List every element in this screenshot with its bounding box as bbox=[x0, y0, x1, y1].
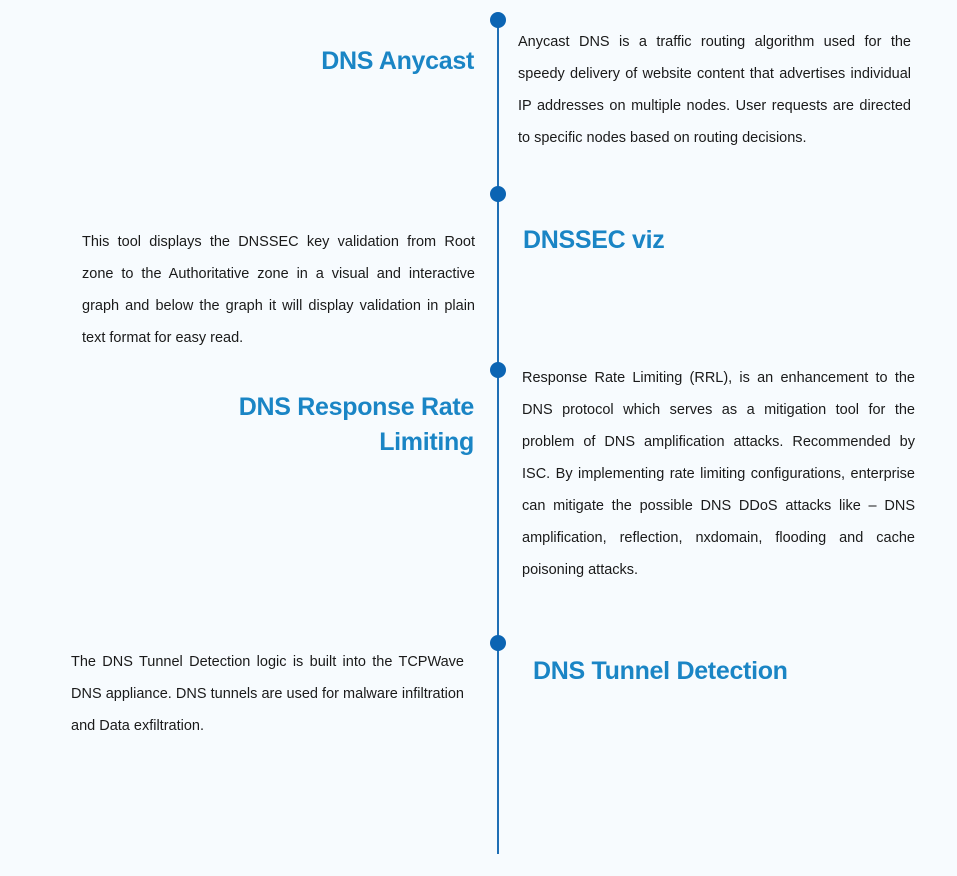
timeline-description-dns-tunnel-detection: The DNS Tunnel Detection logic is built … bbox=[71, 654, 464, 734]
timeline-dot bbox=[490, 635, 506, 651]
timeline-description-dns-anycast: Anycast DNS is a traffic routing algorit… bbox=[518, 34, 911, 146]
timeline-dot bbox=[490, 186, 506, 202]
timeline-description-dns-response-rate-limiting: Response Rate Limiting (RRL), is an enha… bbox=[522, 370, 915, 578]
timeline-title-dns-response-rate-limiting: DNS Response Rate Limiting bbox=[238, 393, 475, 456]
timeline-dot bbox=[490, 362, 506, 378]
timeline-title-dns-anycast: DNS Anycast bbox=[321, 47, 474, 75]
timeline-line bbox=[497, 20, 499, 854]
timeline-title-dnssec-viz: DNSSEC viz bbox=[523, 226, 665, 254]
timeline-description-dnssec-viz: This tool displays the DNSSEC key valida… bbox=[82, 234, 475, 346]
timeline-dot bbox=[490, 12, 506, 28]
timeline-title-dns-tunnel-detection: DNS Tunnel Detection bbox=[533, 657, 788, 685]
